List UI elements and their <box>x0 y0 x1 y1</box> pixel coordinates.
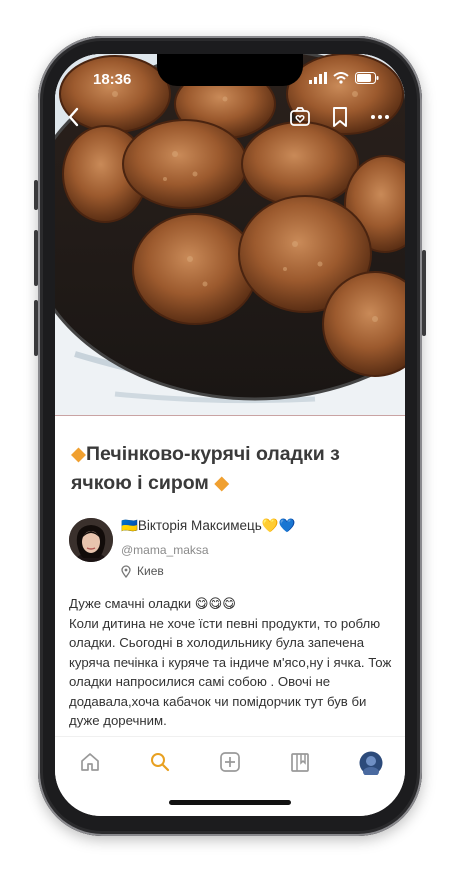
author-card[interactable]: 🇺🇦Вікторія Максимець💛💙 @mama_maksa Киев <box>69 516 399 586</box>
library-icon <box>291 753 309 772</box>
recipe-toolbar <box>55 104 405 132</box>
author-avatar[interactable] <box>69 518 113 562</box>
side-button-volume-up <box>34 230 38 286</box>
author-name-text: Вікторія Максимець <box>137 518 262 533</box>
flag-ukraine: 🇺🇦 <box>121 518 138 533</box>
avatar-icon <box>359 751 383 777</box>
recipe-description: Дуже смачні оладки 😋😋😋 Коли дитина не хо… <box>69 594 395 731</box>
description-body: Коли дитина не хоче їсти певні продукти,… <box>69 615 392 729</box>
tab-home[interactable] <box>79 751 101 773</box>
status-icons <box>309 72 379 84</box>
author-hearts: 💛💙 <box>261 518 296 533</box>
status-time: 18:36 <box>93 71 132 88</box>
wifi-icon <box>333 72 349 84</box>
more-horizontal-icon[interactable] <box>369 106 391 128</box>
side-button-mute <box>34 180 38 210</box>
author-photo <box>69 518 113 562</box>
location-pin-icon <box>121 564 131 578</box>
signal-icon <box>309 72 327 84</box>
chevron-left-icon <box>68 107 79 127</box>
recipe-content: ◆Печінково-курячі оладки з ячкою і сиром… <box>55 416 405 736</box>
tab-profile[interactable] <box>359 751 383 777</box>
title-diamond-right: ◆ <box>214 472 230 494</box>
camera-heart-icon[interactable] <box>289 106 311 128</box>
tab-search[interactable] <box>149 751 171 773</box>
camera-notch <box>157 54 303 86</box>
tab-library[interactable] <box>289 751 311 773</box>
author-location-text: Киев <box>137 564 164 578</box>
battery-icon <box>355 72 379 84</box>
phone-screen: 18:36 ◆Печінково-курячі оладки з ячкою і… <box>55 54 405 816</box>
author-location: Киев <box>121 564 164 578</box>
author-handle: @mama_maksa <box>121 543 209 557</box>
toolbar-actions <box>289 106 391 128</box>
search-icon <box>151 753 170 772</box>
side-button-power <box>422 250 426 336</box>
bookmark-icon[interactable] <box>331 106 349 128</box>
title-diamond-left: ◆ <box>71 443 86 465</box>
recipe-title: ◆Печінково-курячі оладки з ячкою і сиром… <box>71 440 391 498</box>
back-button[interactable] <box>67 106 81 133</box>
description-lead: Дуже смачні оладки 😋😋😋 <box>69 596 237 611</box>
home-icon <box>81 753 99 771</box>
author-name[interactable]: 🇺🇦Вікторія Максимець💛💙 <box>121 518 295 534</box>
side-button-volume-down <box>34 300 38 356</box>
home-indicator[interactable] <box>169 800 291 805</box>
tab-add[interactable] <box>219 751 241 773</box>
recipe-title-text: Печінково-курячі оладки з ячкою і сиром <box>71 443 340 494</box>
add-square-icon <box>220 752 240 772</box>
